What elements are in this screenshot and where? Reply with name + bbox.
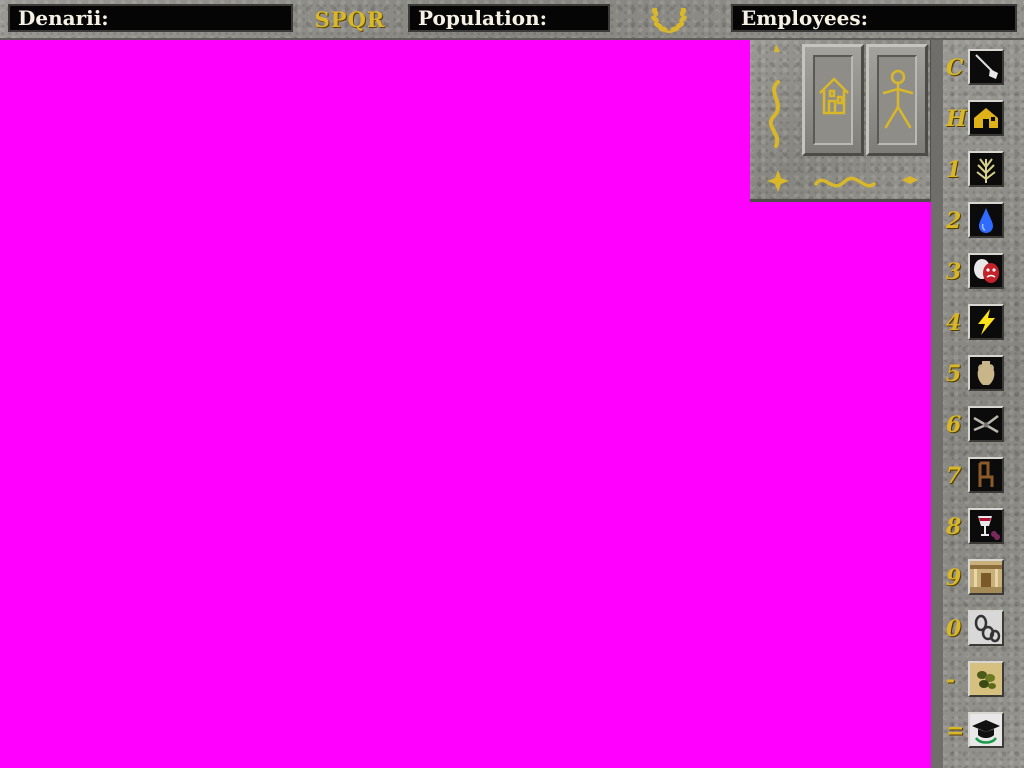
sidebar-item-water-drop[interactable]: 2: [946, 200, 1024, 244]
lightning-button[interactable]: [968, 304, 1004, 340]
chair-button[interactable]: [968, 457, 1004, 493]
hotkey-label: 9: [946, 565, 962, 591]
hotkey-label: 5: [946, 361, 962, 387]
population-display: Population:: [408, 4, 610, 32]
hotkey-label: H: [946, 106, 967, 132]
hotkey-label: 8: [946, 514, 962, 540]
chains-button[interactable]: [968, 610, 1004, 646]
housing-overview-button[interactable]: [802, 44, 864, 156]
shovel-button[interactable]: [968, 49, 1004, 85]
temple-interior-button[interactable]: [968, 559, 1004, 595]
sidebar-item-wheat[interactable]: 1: [946, 149, 1024, 193]
sidebar-item-amphora[interactable]: 5: [946, 353, 1024, 397]
olives-button[interactable]: [968, 661, 1004, 697]
wheat-icon: [970, 153, 1002, 185]
overview-panel: [750, 40, 932, 202]
wine-cup-button[interactable]: [968, 508, 1004, 544]
wheat-button[interactable]: [968, 151, 1004, 187]
olives-icon: [970, 663, 1002, 695]
sidebar-item-temple-interior[interactable]: 9: [946, 557, 1024, 601]
shovel-icon: [970, 51, 1002, 83]
hotkey-label: 1: [946, 157, 962, 183]
hotkey-label: 6: [946, 412, 962, 438]
sidebar-item-olives[interactable]: -: [946, 659, 1024, 703]
denarii-label: Denarii:: [18, 6, 109, 30]
build-menu-sidebar: C H 1 2 3 4 5 6 7 8 9 0 - =: [931, 40, 1024, 768]
ornament-scroll-icon: [767, 44, 789, 192]
hotkey-label: 2: [946, 208, 962, 234]
people-overview-button[interactable]: [866, 44, 928, 156]
ornament-wave-icon: [814, 176, 918, 188]
graduation-cap-icon: [970, 714, 1002, 746]
theater-masks-icon: [970, 255, 1002, 287]
stick-figure-icon: [882, 69, 914, 129]
graduation-cap-button[interactable]: [968, 712, 1004, 748]
lightning-icon: [970, 306, 1002, 338]
employees-display: Employees:: [731, 4, 1017, 32]
chair-icon: [970, 459, 1002, 491]
house-button[interactable]: [968, 100, 1004, 136]
sidebar-item-theater-masks[interactable]: 3: [946, 251, 1024, 295]
water-drop-icon: [970, 204, 1002, 236]
sidebar-item-shovel[interactable]: C: [946, 47, 1024, 91]
house-icon: [970, 102, 1002, 134]
hotkey-label: 0: [946, 616, 962, 642]
chains-icon: [970, 612, 1002, 644]
population-label: Population:: [418, 6, 548, 30]
hotkey-label: 4: [946, 310, 962, 336]
tongs-button[interactable]: [968, 406, 1004, 442]
sidebar-item-chains[interactable]: 0: [946, 608, 1024, 652]
water-drop-button[interactable]: [968, 202, 1004, 238]
hotkey-label: -: [946, 667, 956, 693]
sidebar-item-wine-cup[interactable]: 8: [946, 506, 1024, 550]
amphora-icon: [970, 357, 1002, 389]
laurel-wreath-icon: [647, 2, 691, 36]
theater-masks-button[interactable]: [968, 253, 1004, 289]
hotkey-label: 7: [946, 463, 962, 489]
wine-cup-icon: [970, 510, 1002, 542]
house-outline-icon: [819, 77, 849, 115]
sidebar-item-lightning[interactable]: 4: [946, 302, 1024, 346]
temple-interior-icon: [970, 561, 1002, 593]
amphora-button[interactable]: [968, 355, 1004, 391]
hotkey-label: =: [946, 718, 965, 744]
sidebar-item-chair[interactable]: 7: [946, 455, 1024, 499]
hotkey-label: C: [946, 55, 964, 81]
spqr-logo: SPQR: [314, 7, 386, 32]
sidebar-item-tongs[interactable]: 6: [946, 404, 1024, 448]
tongs-icon: [970, 408, 1002, 440]
top-status-bar: Denarii: SPQR Population: Employees:: [0, 0, 1024, 40]
sidebar-item-graduation-cap[interactable]: =: [946, 710, 1024, 754]
hotkey-label: 3: [946, 259, 962, 285]
employees-label: Employees:: [741, 6, 869, 30]
sidebar-item-house[interactable]: H: [946, 98, 1024, 142]
denarii-display: Denarii:: [8, 4, 293, 32]
